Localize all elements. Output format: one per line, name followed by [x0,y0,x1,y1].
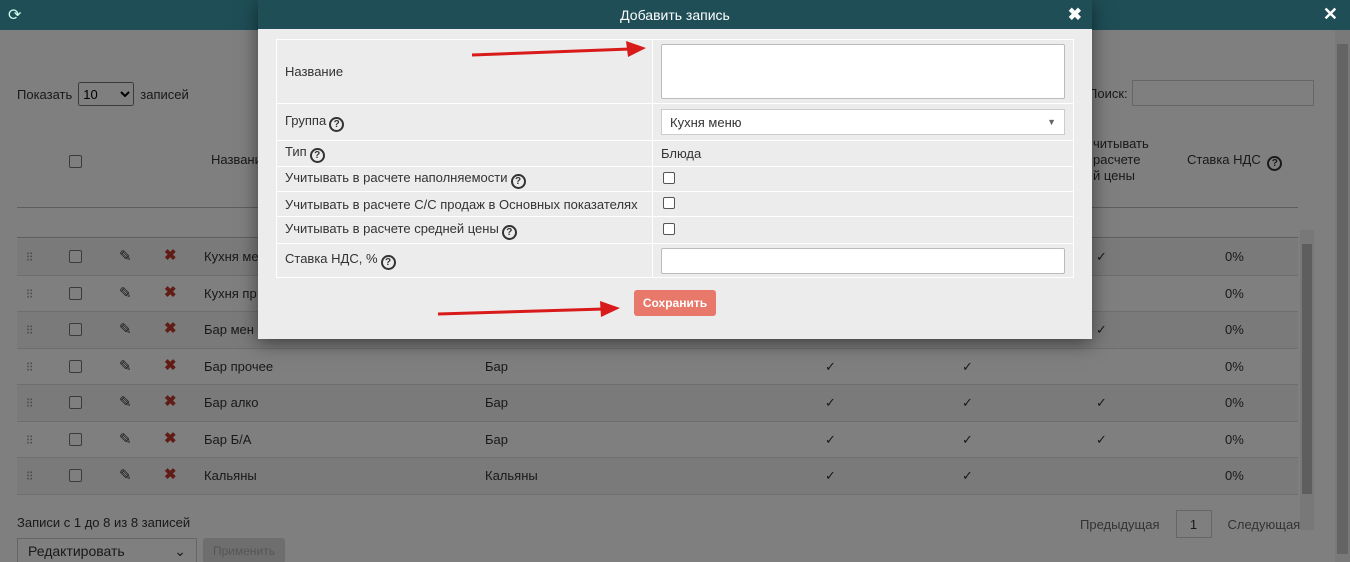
group-select[interactable]: Кухня меню ▼ [661,109,1065,135]
add-record-modal: Добавить запись ✖ Название Группа? Кухня… [258,0,1092,339]
help-icon[interactable]: ? [380,255,396,270]
modal-header: Добавить запись ✖ [258,0,1092,29]
avg-price-checkbox[interactable] [663,222,675,235]
modal-title: Добавить запись [620,6,730,23]
vat-label: Ставка НДС, % [285,251,378,266]
group-label: Группа [285,112,327,128]
avg-price-label: Учитывать в расчете средней цены [285,220,499,236]
type-value: Блюда [652,140,1074,167]
refresh-icon[interactable]: ⟳ [8,5,21,25]
cost-checkbox[interactable] [663,196,675,209]
name-label: Название [276,39,653,104]
close-icon[interactable]: ✕ [1323,4,1338,25]
save-button[interactable]: Сохранить [634,290,716,316]
close-icon[interactable]: ✖ [1068,5,1082,25]
fill-checkbox[interactable] [663,171,675,184]
help-icon[interactable]: ? [510,173,526,189]
help-icon[interactable]: ? [309,148,325,163]
name-textarea[interactable] [661,44,1065,99]
caret-down-icon: ▼ [1047,117,1056,127]
fill-label: Учитывать в расчете наполняемости [285,169,508,185]
help-icon[interactable]: ? [329,116,345,132]
record-form: Название Группа? Кухня меню ▼ Тип? Блюда … [276,39,1074,278]
cost-label: Учитывать в расчете С/С продаж в Основны… [276,191,653,217]
type-label: Тип [285,144,307,159]
vat-input[interactable] [661,247,1065,274]
help-icon[interactable]: ? [501,224,517,240]
